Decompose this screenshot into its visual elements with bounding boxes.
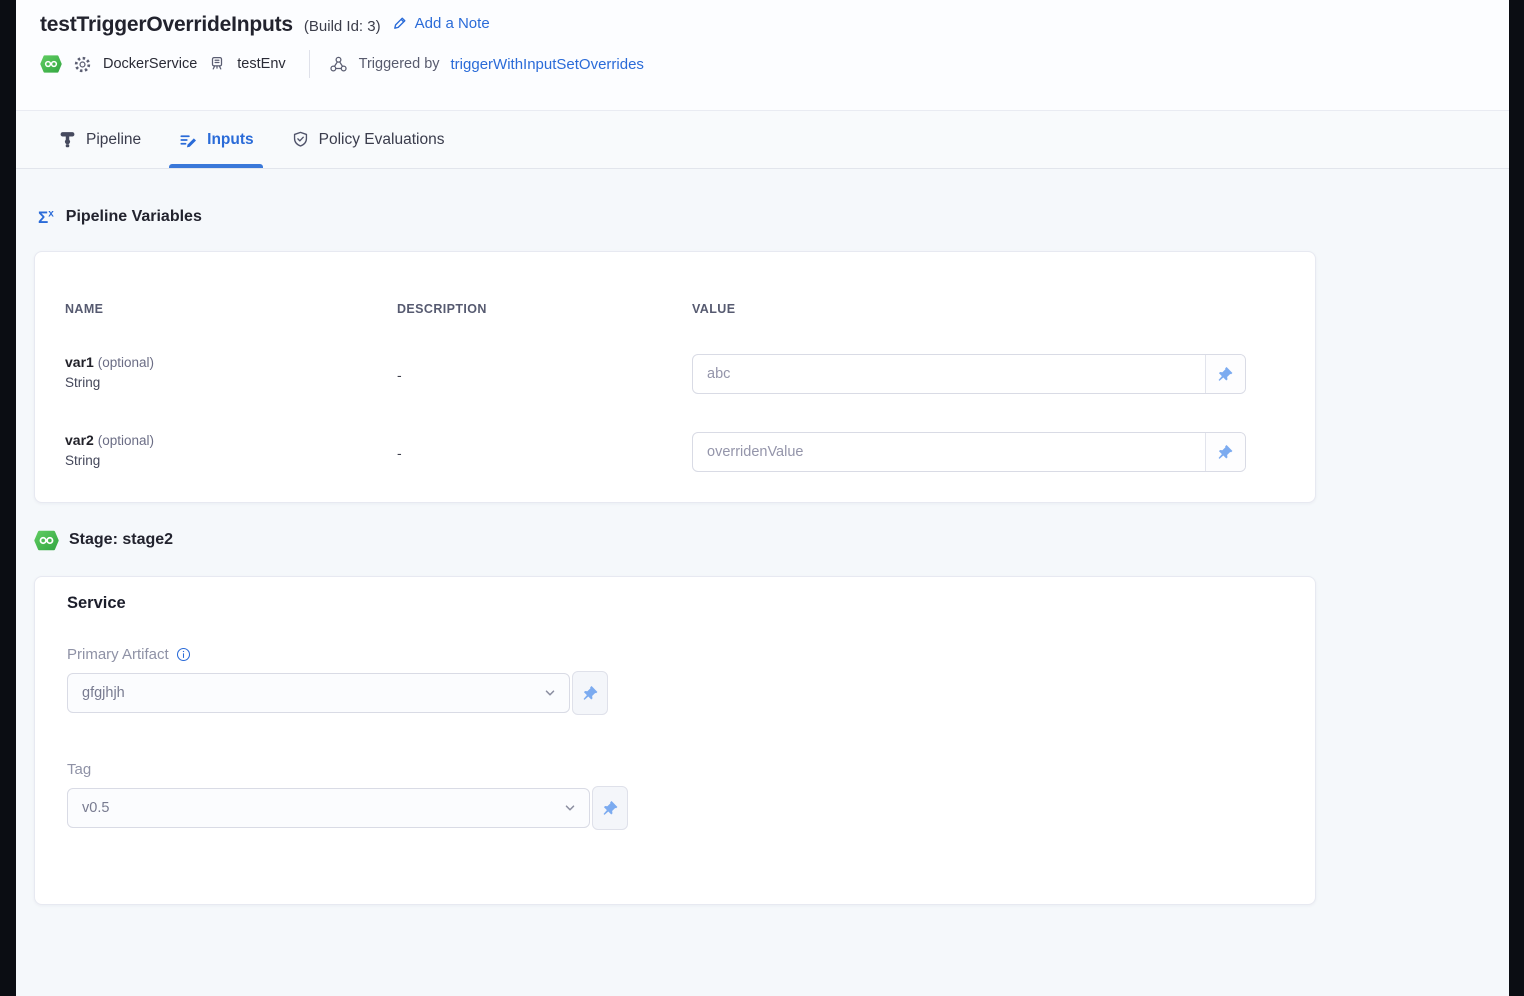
chevron-down-icon: [563, 801, 577, 815]
pipeline-variables-card: NAME DESCRIPTION VALUE var1 (optional) S…: [34, 251, 1316, 503]
build-id: (Build Id: 3): [304, 18, 381, 35]
pin-button[interactable]: [572, 671, 608, 715]
pipeline-variables-title: Pipeline Variables: [66, 208, 202, 226]
variable-name: var2: [65, 432, 94, 448]
variables-sigma-icon: Σx: [38, 209, 54, 226]
variable-optional-badge: (optional): [98, 433, 154, 448]
trigger-name-link[interactable]: triggerWithInputSetOverrides: [451, 56, 644, 73]
cd-module-icon: [40, 53, 62, 75]
stage-header: Stage: stage2: [34, 528, 1509, 552]
triggered-by-label: Triggered by: [359, 56, 440, 72]
stage-service-card: Service Primary Artifact: [34, 576, 1316, 905]
cd-stage-icon: [34, 528, 59, 553]
variable-optional-badge: (optional): [98, 355, 154, 370]
variable-value-input[interactable]: [693, 433, 1205, 471]
inputs-tab-content: Σx Pipeline Variables NAME DESCRIPTION V…: [16, 169, 1509, 996]
tab-inputs[interactable]: Inputs: [176, 111, 256, 168]
environment-name: testEnv: [237, 56, 285, 72]
header-title-row: testTriggerOverrideInputs (Build Id: 3) …: [40, 13, 1509, 37]
column-value: VALUE: [692, 302, 1245, 316]
tab-inputs-label: Inputs: [207, 131, 254, 149]
execution-header: testTriggerOverrideInputs (Build Id: 3) …: [16, 0, 1509, 111]
chevron-down-icon: [543, 686, 557, 700]
trigger-webhook-icon: [329, 55, 348, 74]
tag-select[interactable]: v0.5: [67, 788, 590, 828]
tab-policy-evaluations-label: Policy Evaluations: [319, 131, 445, 149]
primary-artifact-select[interactable]: gfgjhjh: [67, 673, 570, 713]
primary-artifact-label: Primary Artifact: [67, 646, 169, 663]
variable-value-input[interactable]: [693, 355, 1205, 393]
execution-tabbar: Pipeline Inputs Policy E: [16, 111, 1509, 169]
tag-label: Tag: [67, 761, 91, 778]
variable-type: String: [65, 375, 379, 390]
pencil-icon: [392, 15, 408, 31]
right-edge-strip: [1509, 0, 1524, 996]
column-name: NAME: [65, 302, 379, 316]
tab-policy-evaluations[interactable]: Policy Evaluations: [289, 111, 447, 168]
gear-icon: [73, 55, 92, 74]
variable-value-inputbox: [692, 354, 1246, 394]
pin-button[interactable]: [1205, 355, 1245, 393]
tab-pipeline[interactable]: Pipeline: [56, 111, 143, 168]
pin-button[interactable]: [1205, 433, 1245, 471]
pipeline-variables-header: Σx Pipeline Variables: [34, 205, 1509, 229]
table-row: var1 (optional) String -: [65, 354, 1245, 394]
pin-button[interactable]: [592, 786, 628, 830]
tag-value: v0.5: [82, 800, 563, 816]
service-heading: Service: [67, 594, 1315, 613]
variable-name: var1: [65, 354, 94, 370]
info-icon: [176, 647, 191, 662]
variable-type: String: [65, 453, 379, 468]
primary-artifact-field: Primary Artifact gfgjhjh: [67, 646, 1315, 715]
shield-check-icon: [291, 130, 310, 149]
variable-value-inputbox: [692, 432, 1246, 472]
inputs-icon: [178, 130, 198, 150]
variable-name-cell: var1 (optional) String: [65, 354, 379, 390]
pipeline-icon: [58, 130, 77, 149]
variables-table-header: NAME DESCRIPTION VALUE: [65, 302, 1245, 316]
page-title: testTriggerOverrideInputs: [40, 13, 293, 37]
app-root: testTriggerOverrideInputs (Build Id: 3) …: [0, 0, 1524, 996]
service-name: DockerService: [103, 56, 197, 72]
variable-description: -: [379, 432, 692, 461]
stage-title: Stage: stage2: [69, 531, 173, 549]
variable-name-cell: var2 (optional) String: [65, 432, 379, 468]
variable-description: -: [379, 354, 692, 383]
header-meta-row: DockerService testEnv: [40, 50, 1509, 78]
add-note-label: Add a Note: [415, 15, 490, 32]
environment-icon: [208, 55, 226, 73]
column-description: DESCRIPTION: [379, 302, 692, 316]
header-divider: [309, 50, 310, 78]
main-panel: testTriggerOverrideInputs (Build Id: 3) …: [16, 0, 1509, 996]
tab-pipeline-label: Pipeline: [86, 131, 141, 149]
tag-field: Tag v0.5: [67, 761, 1315, 830]
add-note-link[interactable]: Add a Note: [392, 15, 490, 32]
primary-artifact-value: gfgjhjh: [82, 685, 543, 701]
table-row: var2 (optional) String -: [65, 432, 1245, 472]
left-edge-strip: [0, 0, 16, 996]
